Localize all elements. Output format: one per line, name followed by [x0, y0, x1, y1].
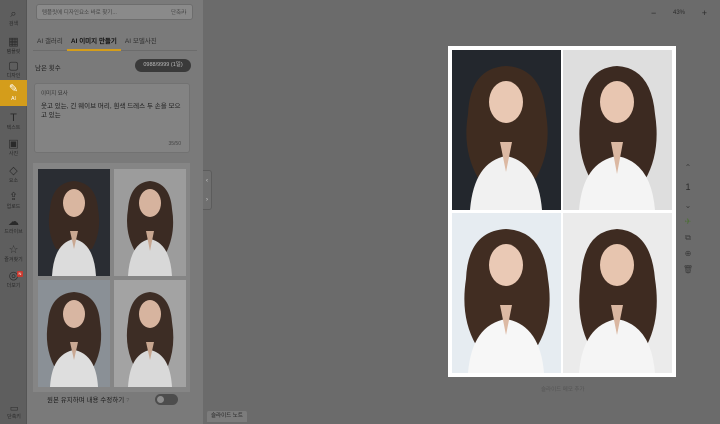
shortcut-link[interactable]: 단축키 — [171, 8, 186, 16]
page-tools: ⌃ 1 ⌄ ✈ ⧉ ⊕ 🗑 — [680, 160, 696, 278]
panel-tabs: AI 갤러리 AI 이미지 만들기 AI 모델사진 — [33, 33, 197, 51]
description-textarea[interactable]: 이미지 묘사 웃고 있는, 긴 웨이브 머리, 흰색 드레스 두 손을 모으고 … — [34, 83, 190, 153]
rail-item-more[interactable]: ◎ 더보기 N — [0, 266, 27, 294]
tab-ai-image-create[interactable]: AI 이미지 만들기 — [66, 33, 121, 51]
portrait-image-light — [114, 169, 186, 276]
rail-item-drive[interactable]: ☁ 드라이브 — [0, 212, 27, 240]
slide-image-3[interactable] — [452, 213, 561, 373]
rail-label: 검색 — [8, 20, 19, 27]
rail-label: 텍스트 — [6, 124, 21, 131]
add-page-icon[interactable]: ⊕ — [685, 246, 692, 262]
remaining-label: 남은 횟수 — [35, 65, 61, 72]
rail-item-search[interactable]: ⌕ 검색 — [0, 4, 27, 32]
rail-label: 디자인 — [6, 72, 21, 79]
ai-brush-icon: ✎ — [8, 82, 19, 95]
remaining-count-badge: 0988/9999 (1일) — [135, 59, 191, 72]
keyboard-icon: ▭ — [9, 403, 19, 413]
left-rail: ⌕ 검색 ▦ 템플릿 ▢ 디자인 ✎ AI T 텍스트 ▣ 사진 ◇ 요소 ⇪ … — [0, 0, 27, 424]
panel-collapse-handle[interactable]: ‹ › — [203, 170, 212, 210]
rail-label: 즐겨찾기 — [4, 256, 23, 263]
character-count: 35/50 — [168, 141, 181, 147]
rail-label: 요소 — [8, 177, 19, 184]
text-icon: T — [10, 111, 17, 124]
slide-image-4[interactable] — [563, 213, 672, 373]
search-input[interactable]: 템플릿에 디자인요소 바로 찾기... ··· — [36, 4, 193, 20]
zoom-control: − 43% + — [651, 8, 707, 18]
upload-icon: ⇪ — [8, 190, 19, 203]
slide-notes-tab[interactable]: 슬라이드 노트 — [207, 411, 247, 422]
tab-ai-model-photo[interactable]: AI 모델사진 — [121, 33, 161, 51]
photo-icon: ▣ — [8, 137, 19, 150]
portrait-image-sky — [38, 280, 110, 387]
duplicate-page-icon[interactable]: ⧉ — [685, 230, 691, 246]
portrait-image-dark-large — [452, 50, 561, 210]
shortcut-tool[interactable]: ▭ 단축키 — [4, 403, 24, 421]
rail-label: 드라이브 — [4, 228, 23, 235]
rail-label: 더보기 — [6, 282, 21, 289]
template-icon: ▦ — [8, 35, 19, 48]
chevron-down-icon[interactable]: ⌄ — [685, 198, 692, 214]
rail-item-text[interactable]: T 텍스트 — [0, 108, 27, 136]
generated-results — [33, 163, 190, 392]
slide-canvas[interactable] — [448, 46, 676, 377]
result-image-2[interactable] — [114, 169, 186, 276]
portrait-image-soft-large — [563, 213, 672, 373]
shortcut-tool-label: 단축키 — [7, 414, 21, 420]
trash-icon[interactable]: 🗑 — [683, 262, 693, 278]
cloud-icon: ☁ — [8, 215, 19, 228]
slide-image-grid — [452, 50, 672, 373]
edit-keep-original-toggle[interactable] — [155, 394, 178, 405]
search-icon: ⌕ — [10, 7, 17, 20]
portrait-image-dark — [38, 169, 110, 276]
description-title: 이미지 묘사 — [41, 91, 68, 97]
zoom-out-button[interactable]: − — [651, 8, 656, 18]
page-number: 1 — [685, 182, 691, 192]
rail-item-photo[interactable]: ▣ 사진 — [0, 134, 27, 162]
element-icon: ◇ — [9, 164, 18, 177]
slide-memo-caption[interactable]: 슬라이드 메모 추가 — [541, 385, 585, 393]
rail-label: AI — [11, 95, 16, 102]
star-icon: ☆ — [8, 243, 19, 256]
rail-item-upload[interactable]: ⇪ 업로드 — [0, 187, 27, 215]
rail-label: 업로드 — [6, 203, 21, 210]
rail-label: 템플릿 — [6, 48, 21, 55]
portrait-image-light-large — [563, 50, 672, 210]
rail-item-ai[interactable]: ✎ AI — [0, 80, 27, 106]
search-placeholder: 템플릿에 디자인요소 바로 찾기... — [42, 10, 117, 16]
edit-keep-original-label: 원본 유지하며 내용 수정하기? — [47, 394, 129, 404]
zoom-level[interactable]: 43% — [673, 10, 685, 16]
slide-image-2[interactable] — [563, 50, 672, 210]
design-icon: ▢ — [8, 59, 19, 72]
toggle-knob — [157, 396, 164, 403]
tab-ai-gallery[interactable]: AI 갤러리 — [33, 33, 67, 51]
zoom-in-button[interactable]: + — [702, 8, 707, 18]
chevron-up-icon[interactable]: ⌃ — [685, 160, 692, 176]
chevron-left-icon: ‹ — [206, 177, 208, 184]
description-text: 웃고 있는, 긴 웨이브 머리, 흰색 드레스 두 손을 모으고 있는 — [41, 103, 181, 119]
slide-image-1[interactable] — [452, 50, 561, 210]
edit-label-text: 원본 유지하며 내용 수정하기 — [47, 397, 125, 404]
rail-item-element[interactable]: ◇ 요소 — [0, 161, 27, 189]
rocket-icon[interactable]: ✈ — [685, 214, 692, 230]
result-image-4[interactable] — [114, 280, 186, 387]
portrait-image-soft — [114, 280, 186, 387]
result-image-1[interactable] — [38, 169, 110, 276]
rail-label: 사진 — [8, 150, 19, 157]
new-badge-icon: N — [17, 271, 23, 277]
rail-item-favorite[interactable]: ☆ 즐겨찾기 — [0, 240, 27, 268]
portrait-image-sky-large — [452, 213, 561, 373]
result-image-3[interactable] — [38, 280, 110, 387]
chevron-right-icon: › — [206, 196, 208, 203]
help-icon[interactable]: ? — [126, 398, 129, 404]
